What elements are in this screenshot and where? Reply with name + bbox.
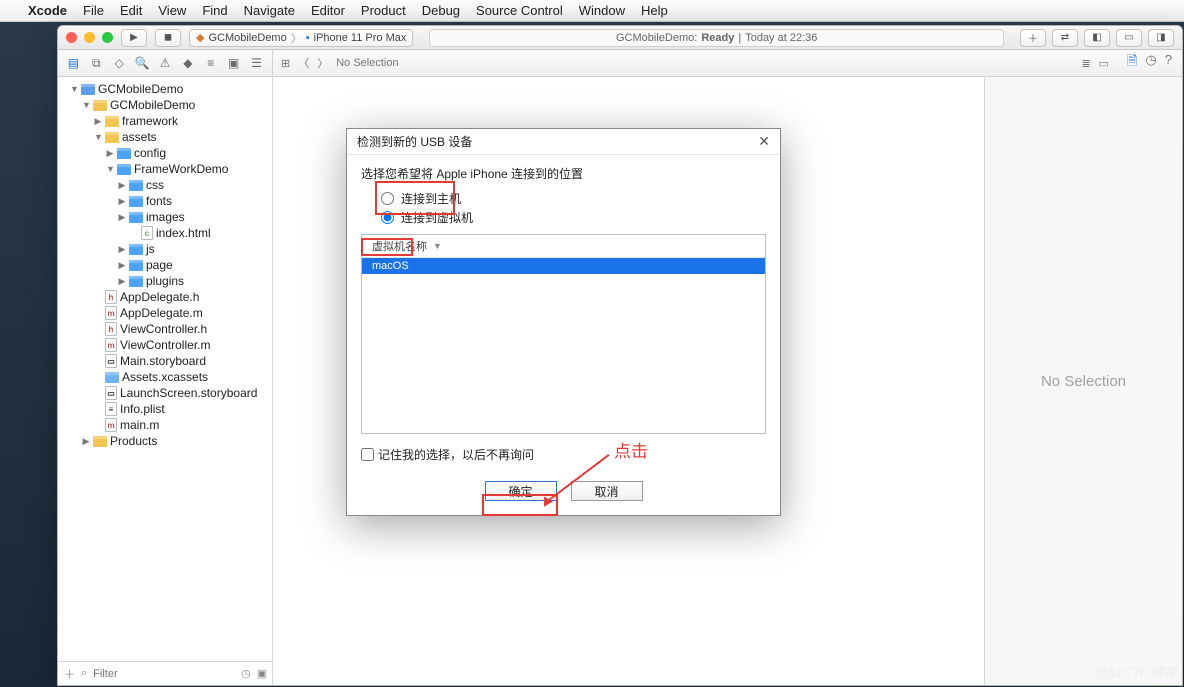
tree-fonts[interactable]: ▶fonts [58, 193, 272, 209]
recent-filter-icon[interactable]: ◷ [241, 667, 251, 681]
menu-editor[interactable]: Editor [311, 3, 345, 18]
navigator-tabs: ▤ ⧉ ◇ 🔍 ⚠ ◆ ≡ ▣ ☰ [58, 50, 273, 76]
vm-list: 虚拟机名称▼ macOS [361, 234, 766, 434]
menu-source-control[interactable]: Source Control [476, 3, 563, 18]
tree-images[interactable]: ▶images [58, 209, 272, 225]
code-review-button[interactable]: ⇄ [1052, 29, 1078, 47]
project-navigator: ▼GCMobileDemo ▼GCMobileDemo ▶framework ▼… [58, 77, 273, 685]
project-navigator-icon[interactable]: ▤ [66, 56, 81, 71]
panel-left-icon[interactable]: ◧ [1084, 29, 1110, 47]
vm-row-macos[interactable]: macOS [362, 258, 765, 274]
usb-dialog: 检测到新的 USB 设备 ✕ 选择您希望将 Apple iPhone 连接到的位… [346, 128, 781, 516]
tree-viewcontroller-m[interactable]: mViewController.m [58, 337, 272, 353]
breakpoint-navigator-icon[interactable]: ▣ [226, 56, 241, 71]
inspector-panel: No Selection [984, 77, 1182, 685]
filter-input[interactable] [93, 668, 235, 680]
activity-status: GCMobileDemo: Ready | Today at 22:36 [429, 29, 1004, 47]
find-navigator-icon[interactable]: 🔍 [135, 56, 150, 71]
adjust-editor-icon[interactable]: ▭ [1099, 57, 1109, 70]
menu-window[interactable]: Window [579, 3, 625, 18]
panel-bottom-icon[interactable]: ▭ [1116, 29, 1142, 47]
forward-icon[interactable]: 〉 [317, 55, 328, 71]
tree-launchscreen[interactable]: ▭LaunchScreen.storyboard [58, 385, 272, 401]
help-inspector-icon[interactable]: ? [1165, 52, 1172, 74]
menu-file[interactable]: File [83, 3, 104, 18]
close-icon[interactable] [66, 32, 77, 43]
tree-assets-xcassets[interactable]: Assets.xcassets [58, 369, 272, 385]
filter-icon[interactable]: ⌕ [81, 667, 87, 681]
jump-bar-no-selection: No Selection [336, 57, 398, 69]
stop-button[interactable]: ◼ [155, 29, 181, 47]
scheme-name: GCMobileDemo [208, 32, 286, 44]
debug-navigator-icon[interactable]: ≡ [203, 56, 218, 71]
annotation-click-label: 点击 [614, 437, 648, 462]
zoom-icon[interactable] [102, 32, 113, 43]
tree-plugins[interactable]: ▶plugins [58, 273, 272, 289]
add-icon[interactable]: ＋ [64, 667, 75, 681]
tree-appdelegate-h[interactable]: hAppDelegate.h [58, 289, 272, 305]
tree-page[interactable]: ▶page [58, 257, 272, 273]
tree-info-plist[interactable]: ≡Info.plist [58, 401, 272, 417]
related-items-icon[interactable]: ⊞ [281, 57, 290, 70]
panel-right-icon[interactable]: ◨ [1148, 29, 1174, 47]
tree-appdelegate-m[interactable]: mAppDelegate.m [58, 305, 272, 321]
file-inspector-icon[interactable]: 🗎 [1127, 52, 1137, 74]
scm-filter-icon[interactable]: ▣ [257, 667, 267, 681]
tree-main-storyboard[interactable]: ▭Main.storyboard [58, 353, 272, 369]
titlebar: ▶ ◼ ◆ GCMobileDemo 〉 ▪ iPhone 11 Pro Max… [58, 26, 1182, 50]
tree-app-group[interactable]: ▼GCMobileDemo [58, 97, 272, 113]
close-icon[interactable]: ✕ [758, 133, 770, 150]
tree-frameworkdemo[interactable]: ▼FrameWorkDemo [58, 161, 272, 177]
tree-products[interactable]: ▶Products [58, 433, 272, 449]
vm-list-header[interactable]: 虚拟机名称▼ [362, 235, 765, 258]
macos-menubar: Xcode File Edit View Find Navigate Edito… [0, 0, 1184, 22]
dialog-title: 检测到新的 USB 设备 [357, 133, 472, 150]
source-control-navigator-icon[interactable]: ⧉ [89, 56, 104, 71]
menu-edit[interactable]: Edit [120, 3, 142, 18]
history-inspector-icon[interactable]: ◷ [1145, 52, 1156, 74]
tree-main-m[interactable]: mmain.m [58, 417, 272, 433]
inspector-no-selection: No Selection [985, 77, 1182, 685]
dialog-prompt: 选择您希望将 Apple iPhone 连接到的位置 [361, 165, 766, 182]
symbol-navigator-icon[interactable]: ◇ [112, 56, 127, 71]
tree-config[interactable]: ▶config [58, 145, 272, 161]
menu-help[interactable]: Help [641, 3, 668, 18]
menu-view[interactable]: View [158, 3, 186, 18]
menu-product[interactable]: Product [361, 3, 406, 18]
scheme-selector[interactable]: ◆ GCMobileDemo 〉 ▪ iPhone 11 Pro Max [189, 29, 413, 47]
tree-root[interactable]: ▼GCMobileDemo [58, 81, 272, 97]
tree-assets[interactable]: ▼assets [58, 129, 272, 145]
menu-navigate[interactable]: Navigate [244, 3, 295, 18]
traffic-lights [66, 32, 113, 43]
navigator-footer: ＋ ⌕ ◷ ▣ [58, 661, 272, 685]
menu-app[interactable]: Xcode [28, 3, 67, 18]
tree-viewcontroller-h[interactable]: hViewController.h [58, 321, 272, 337]
report-navigator-icon[interactable]: ☰ [249, 56, 264, 71]
destination-name: iPhone 11 Pro Max [314, 32, 407, 44]
radio-host[interactable]: 连接到主机 [381, 190, 766, 207]
library-button[interactable]: ＋ [1020, 29, 1046, 47]
issue-navigator-icon[interactable]: ⚠ [158, 56, 173, 71]
editor-options-icon[interactable]: ≣ [1081, 57, 1090, 70]
cancel-button[interactable]: 取消 [571, 481, 643, 501]
run-button[interactable]: ▶ [121, 29, 147, 47]
tab-bar: ▤ ⧉ ◇ 🔍 ⚠ ◆ ≡ ▣ ☰ ⊞ 〈 〉 No Selection ≣ ▭… [58, 50, 1182, 77]
back-icon[interactable]: 〈 [298, 55, 309, 71]
minimize-icon[interactable] [84, 32, 95, 43]
menu-debug[interactable]: Debug [422, 3, 460, 18]
tree-framework[interactable]: ▶framework [58, 113, 272, 129]
remember-checkbox[interactable]: 记住我的选择，以后不再询问 [361, 446, 766, 463]
test-navigator-icon[interactable]: ◆ [180, 56, 195, 71]
tree-js[interactable]: ▶js [58, 241, 272, 257]
tree-css[interactable]: ▶css [58, 177, 272, 193]
menu-find[interactable]: Find [202, 3, 227, 18]
watermark: @51CTO博客 [1095, 662, 1176, 681]
tree-index-html[interactable]: cindex.html [58, 225, 272, 241]
radio-vm[interactable]: 连接到虚拟机 [381, 209, 766, 226]
